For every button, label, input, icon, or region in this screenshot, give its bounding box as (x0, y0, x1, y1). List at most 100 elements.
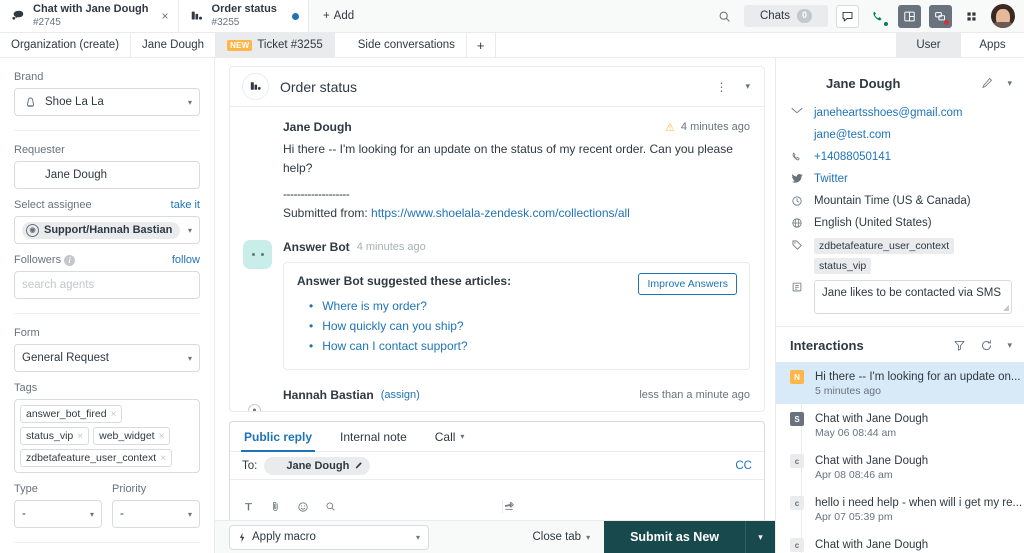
apps-grid-button[interactable] (960, 5, 983, 28)
tag-chip[interactable]: status_vip× (20, 427, 89, 445)
priority-select[interactable]: - ▾ (112, 500, 200, 528)
transfer-button[interactable] (929, 5, 952, 28)
list-item[interactable]: S Chat with Jane Dough May 06 08:44 am (776, 404, 1024, 446)
tag-label: web_widget (99, 430, 154, 442)
subtab-side-conversations[interactable]: Side conversations (347, 33, 467, 57)
list-item[interactable]: How can I contact support? (297, 336, 736, 356)
customer-email-secondary[interactable]: jane@test.com (814, 128, 891, 141)
improve-answers-button[interactable]: Improve Answers (638, 273, 737, 295)
list-item[interactable]: c Chat with Jane Dough Apr 01 01:39 pm (776, 530, 1024, 553)
tab-title: Order status (212, 3, 277, 17)
edit-pencil-icon[interactable] (354, 461, 363, 470)
customer-note-textarea[interactable]: Jane likes to be contacted via SMS ◢ (814, 280, 1012, 314)
requester-field[interactable]: Jane Dough (14, 161, 200, 189)
recipient-chip[interactable]: Jane Dough (264, 457, 370, 475)
article-link[interactable]: How quickly can you ship? (322, 319, 463, 333)
chevron-down-icon[interactable]: ▾ (1007, 340, 1012, 351)
more-options-icon[interactable]: ⋮ (715, 80, 727, 94)
layout-panel-button[interactable] (898, 5, 921, 28)
brand-section: Brand Shoe La La ▾ (14, 58, 200, 131)
search-icon[interactable] (325, 501, 336, 512)
close-tab-button[interactable]: Close tab ▾ (518, 521, 604, 553)
ticket-tab-order-status[interactable]: Order status #3255 (179, 0, 309, 32)
message-list: Jane Dough ⚠ 4 minutes ago Hi there -- I… (230, 107, 764, 411)
message-author: Jane Dough (283, 120, 352, 134)
reply-textarea[interactable] (230, 480, 764, 493)
tab-user[interactable]: User (896, 33, 960, 57)
list-item[interactable]: c hello i need help - when will i get my… (776, 488, 1024, 530)
interaction-type-badge: S (790, 412, 804, 426)
emoji-icon[interactable] (297, 501, 309, 513)
tab-apps[interactable]: Apps (960, 33, 1024, 57)
user-context-sidebar: Jane Dough ▾ janeheartsshoes@gmail.com (775, 58, 1024, 553)
tag-chip[interactable]: zdbetafeature_user_context× (20, 449, 172, 467)
submit-as-new-button[interactable]: Submit as New (604, 521, 745, 553)
submit-options-button[interactable]: ▾ (745, 521, 775, 553)
form-label: Form (14, 327, 200, 339)
assign-link[interactable]: (assign) (381, 389, 420, 401)
chevron-down-icon[interactable]: ▾ (1007, 78, 1012, 89)
text-format-icon[interactable] (243, 501, 254, 512)
form-select[interactable]: General Request ▾ (14, 344, 200, 372)
info-icon[interactable]: i (64, 255, 75, 266)
type-value: - (22, 508, 26, 520)
customer-email-primary[interactable]: janeheartsshoes@gmail.com (814, 106, 962, 119)
interaction-title: hello i need help - when will i get my r… (815, 497, 1022, 509)
tab-internal-note[interactable]: Internal note (326, 422, 421, 451)
article-link[interactable]: Where is my order? (322, 299, 427, 313)
refresh-icon[interactable] (980, 339, 993, 352)
list-item[interactable]: c Chat with Jane Dough Apr 08 08:46 am (776, 446, 1024, 488)
speech-bubble-icon (841, 10, 854, 23)
call-button[interactable] (867, 5, 890, 28)
subtab-organization[interactable]: Organization (create) (0, 33, 131, 57)
message-author: Answer Bot (283, 240, 350, 254)
search-icon[interactable] (714, 5, 736, 27)
assignee-select[interactable]: ◉ Support/Hannah Bastian ▾ (14, 216, 200, 244)
tag-chip[interactable]: web_widget × (93, 427, 170, 445)
submitted-from-link[interactable]: https://www.shoelala-zendesk.com/collect… (371, 206, 630, 220)
resize-grip-icon[interactable]: ◢ (1003, 303, 1009, 312)
edit-pencil-icon[interactable] (981, 77, 993, 89)
messaging-button[interactable] (836, 5, 859, 28)
list-item[interactable]: How quickly can you ship? (297, 316, 736, 336)
filter-icon[interactable] (953, 339, 966, 352)
brand-logo-icon (22, 94, 39, 111)
close-icon[interactable]: × (77, 431, 83, 442)
customer-note-text: Jane likes to be contacted via SMS (822, 287, 1001, 299)
followers-search-input[interactable]: search agents (14, 271, 200, 299)
add-side-conversation-button[interactable]: + (467, 33, 496, 57)
customer-language-row: English (United States) (790, 216, 1012, 232)
chats-status-pill[interactable]: Chats 0 (744, 5, 828, 27)
article-link[interactable]: How can I contact support? (322, 339, 467, 353)
follow-link[interactable]: follow (172, 254, 200, 266)
list-item[interactable]: Where is my order? (297, 296, 736, 316)
close-icon[interactable]: × (162, 9, 169, 23)
tab-public-reply[interactable]: Public reply (230, 422, 326, 451)
add-tab-button[interactable]: + Add (309, 0, 368, 32)
subtab-jane-dough[interactable]: Jane Dough (131, 33, 216, 57)
chevron-down-icon: ▾ (90, 510, 94, 519)
shortcut-icon[interactable] (502, 500, 751, 513)
cc-link[interactable]: CC (735, 460, 752, 472)
customer-social[interactable]: Twitter (814, 172, 848, 185)
message-divider: ------------------- (283, 185, 750, 204)
customer-phone[interactable]: +14088050141 (814, 150, 891, 163)
ticket-tab-chat[interactable]: Chat with Jane Dough #2745 × (0, 0, 179, 32)
submit-actions: Close tab ▾ Submit as New ▾ (518, 521, 775, 553)
subtab-ticket[interactable]: NEW Ticket #3255 (216, 33, 335, 57)
list-item[interactable]: N Hi there -- I'm looking for an update … (776, 362, 1024, 404)
tags-input[interactable]: answer_bot_fired× status_vip× web_widget… (14, 399, 200, 473)
attachment-icon[interactable] (270, 500, 281, 513)
user-avatar[interactable] (991, 4, 1015, 28)
close-icon[interactable]: × (160, 453, 166, 464)
tab-call[interactable]: Call ▾ (421, 422, 479, 451)
brand-select[interactable]: Shoe La La ▾ (14, 88, 200, 116)
take-it-link[interactable]: take it (171, 199, 200, 211)
apply-macro-select[interactable]: Apply macro ▾ (229, 525, 429, 550)
chevron-down-icon[interactable]: ▾ (745, 81, 750, 92)
chevron-down-icon[interactable]: ▾ (460, 432, 464, 441)
close-icon[interactable]: × (111, 409, 117, 420)
close-icon[interactable]: × (159, 431, 165, 442)
type-select[interactable]: - ▾ (14, 500, 102, 528)
tag-chip[interactable]: answer_bot_fired× (20, 405, 122, 423)
